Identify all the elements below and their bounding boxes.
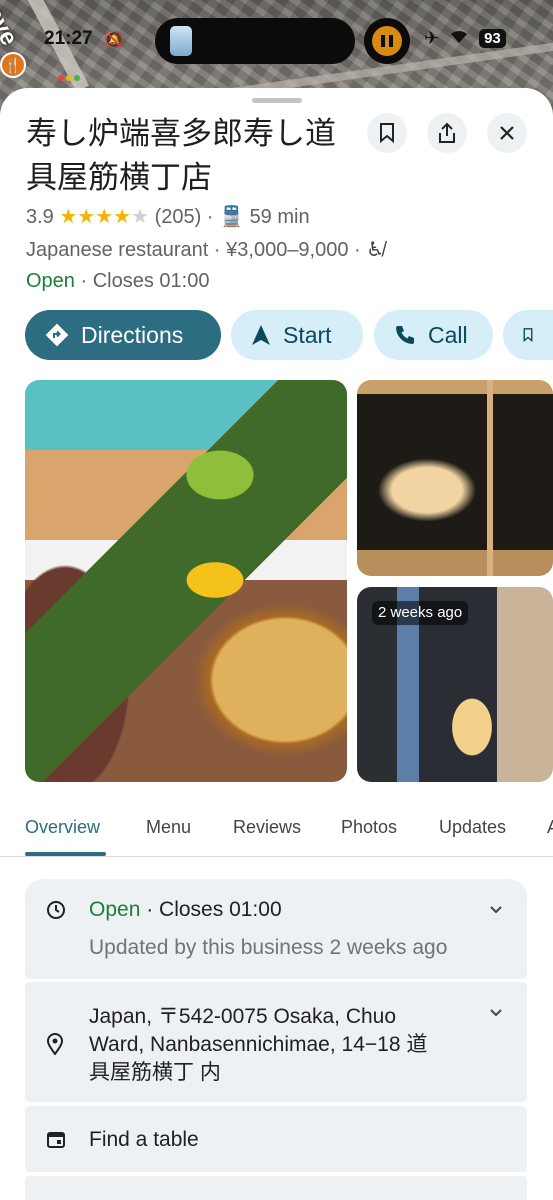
not-wheelchair-accessible-icon: ♿̸ xyxy=(366,239,385,261)
photo-food[interactable] xyxy=(25,380,347,782)
wifi-icon xyxy=(449,28,469,49)
address-text[interactable]: Japan, 〒542-0075 Osaka, Chuo Ward, Nanba… xyxy=(89,1003,427,1087)
hours-closing: · Closes 01:00 xyxy=(146,898,282,921)
tabs-divider xyxy=(0,856,553,857)
start-button[interactable]: Start xyxy=(231,310,363,360)
share-icon xyxy=(439,122,455,143)
tab-photos[interactable]: Photos xyxy=(341,817,397,838)
share-button[interactable] xyxy=(427,113,467,153)
hours-row: Open · Closes 01:00 xyxy=(26,270,209,293)
star-rating: ★★★★★ xyxy=(59,206,150,228)
navigation-arrow-icon xyxy=(252,325,270,345)
close-icon xyxy=(500,126,514,140)
airplane-icon: ✈ xyxy=(424,28,440,48)
map-marker-dots xyxy=(58,75,80,81)
hours-updated: Updated by this business 2 weeks ago xyxy=(89,936,448,959)
closing-time: · Closes 01:00 xyxy=(80,270,210,292)
restaurant-pin-icon[interactable]: 🍴 xyxy=(0,52,26,78)
hours-open-status: Open xyxy=(89,898,141,921)
screen-recording-indicator[interactable] xyxy=(364,18,410,64)
place-title: 寿し炉端喜多郎寿し道具屋筋横丁店 xyxy=(26,116,336,196)
drag-handle[interactable] xyxy=(252,98,302,103)
close-button[interactable] xyxy=(487,113,527,153)
transit-icon: 🚆 xyxy=(219,206,244,228)
bookmark-icon xyxy=(523,328,533,343)
directions-icon xyxy=(45,323,69,347)
find-table-label: Find a table xyxy=(89,1128,199,1151)
directions-label: Directions xyxy=(81,321,184,348)
call-button[interactable]: Call xyxy=(374,310,493,360)
location-pin-icon xyxy=(46,1033,64,1061)
hours-summary: Open · Closes 01:00 xyxy=(89,896,282,924)
app-activity-icon xyxy=(170,26,192,56)
status-icons: ✈ 93 xyxy=(424,28,506,49)
clock-icon xyxy=(46,900,66,926)
place-category: Japanese restaurant xyxy=(26,239,209,261)
battery-level: 93 xyxy=(479,29,506,48)
tab-about[interactable]: A xyxy=(547,817,553,838)
directions-button[interactable]: Directions xyxy=(25,310,221,360)
price-range: ¥3,000–9,000 xyxy=(226,239,349,261)
rating-value: 3.9 xyxy=(26,206,54,228)
save-button[interactable] xyxy=(367,113,407,153)
photo-age-badge: 2 weeks ago xyxy=(372,601,469,625)
category-row: Japanese restaurant · ¥3,000–9,000 · ♿̸ xyxy=(26,239,385,261)
pause-icon xyxy=(372,26,402,56)
status-time: 21:27 xyxy=(44,28,93,49)
transit-time: 59 min xyxy=(249,206,310,228)
call-label: Call xyxy=(428,321,468,348)
open-status: Open xyxy=(26,270,75,292)
chevron-down-icon[interactable] xyxy=(489,1005,503,1021)
review-count: (205) xyxy=(154,206,202,228)
phone-icon xyxy=(396,326,414,344)
rating-row[interactable]: 3.9 ★★★★★ (205) · 🚆 59 min xyxy=(26,204,310,229)
chevron-down-icon[interactable] xyxy=(489,902,503,918)
bell-slash-icon: 🔕 xyxy=(104,32,124,49)
save-chip[interactable] xyxy=(503,310,553,360)
calendar-icon xyxy=(46,1129,66,1155)
bookmark-icon xyxy=(380,123,394,143)
tab-overview[interactable]: Overview xyxy=(25,817,100,838)
hours-card[interactable] xyxy=(25,879,527,979)
tab-reviews[interactable]: Reviews xyxy=(233,817,301,838)
address-line: Japan, 〒542-0075 Osaka, Chuo xyxy=(89,1005,397,1028)
photo-interior[interactable] xyxy=(357,380,553,576)
tab-menu[interactable]: Menu xyxy=(146,817,191,838)
address-line: 具屋筋横丁 内 xyxy=(89,1061,221,1084)
tab-updates[interactable]: Updates xyxy=(439,817,506,838)
start-label: Start xyxy=(283,321,332,348)
next-info-card[interactable] xyxy=(25,1176,527,1200)
address-line: Ward, Nanbasennichimae, 14−18 道 xyxy=(89,1033,428,1056)
